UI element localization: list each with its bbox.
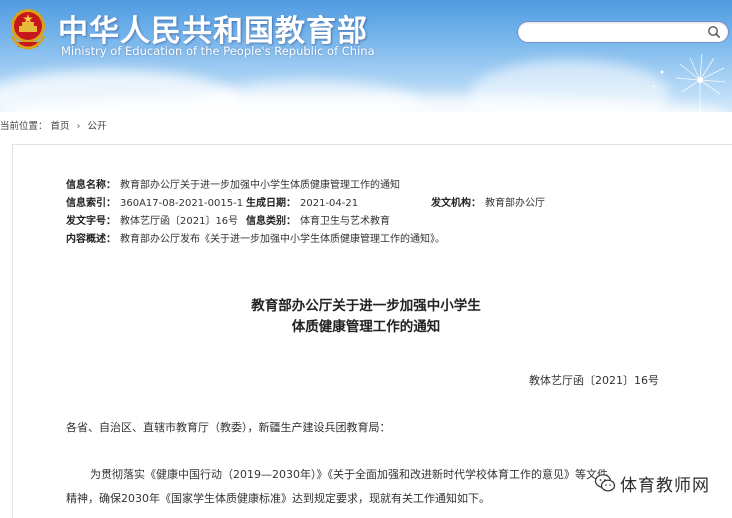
meta-summary-value: 教育部办公厅发布《关于进一步加强中小学生体质健康管理工作的通知》。 (120, 234, 445, 245)
meta-summary-label: 内容概述： (66, 234, 116, 245)
meta-name-value: 教育部办公厅关于进一步加强中小学生体质健康管理工作的通知 (120, 180, 400, 191)
breadcrumb-public-link[interactable]: 公开 (87, 118, 106, 132)
meta-category-label: 信息类别： (246, 216, 296, 227)
meta-summary-row: 内容概述： 教育部办公厅发布《关于进一步加强中小学生体质健康管理工作的通知》。 (66, 233, 445, 247)
meta-docno-row: 发文字号： 教体艺厅函〔2021〕16号 (66, 215, 238, 229)
document-body-line-1: 为贯彻落实《健康中国行动（2019—2030年）》《关于全面加强和改进新时代学校… (90, 468, 608, 481)
meta-index-label: 信息索引： (66, 198, 116, 209)
meta-date-value: 2021-04-21 (300, 198, 359, 209)
search-input[interactable] (517, 21, 729, 43)
document-title-line-2: 体质健康管理工作的通知 (291, 319, 441, 335)
meta-name-row: 信息名称： 教育部办公厅关于进一步加强中小学生体质健康管理工作的通知 (66, 179, 400, 193)
breadcrumb-prefix: 当前位置： (0, 121, 48, 132)
meta-date-row: 生成日期： 2021-04-21 (246, 197, 358, 211)
meta-name-label: 信息名称： (66, 180, 116, 191)
meta-category-value: 体育卫生与艺术教育 (300, 216, 390, 227)
site-header: 中华人民共和国教育部 Ministry of Education of the … (0, 0, 732, 112)
meta-category-row: 信息类别： 体育卫生与艺术教育 (246, 215, 390, 229)
meta-index-row: 信息索引： 360A17-08-2021-0015-1 (66, 197, 243, 211)
watermark: 体育教师网 (594, 470, 710, 496)
meta-org-row: 发文机构： 教育部办公厅 (431, 197, 545, 211)
document-title-line-1: 教育部办公厅关于进一步加强中小学生 (251, 298, 481, 314)
document-number: 教体艺厅函〔2021〕16号 (529, 374, 659, 387)
meta-docno-value: 教体艺厅函〔2021〕16号 (120, 216, 239, 227)
breadcrumb-separator: › (76, 121, 81, 132)
meta-index-value: 360A17-08-2021-0015-1 (120, 198, 244, 209)
document-body-line-2: 精神，确保2030年《国家学生体质健康标准》达到规定要求，现就有关工作通知如下。 (66, 492, 490, 505)
document-salutation: 各省、自治区、直辖市教育厅（教委），新疆生产建设兵团教育局： (66, 421, 391, 434)
dandelion-decoration-icon (653, 53, 727, 112)
breadcrumb-home-link[interactable]: 首页 (51, 118, 70, 132)
site-subtitle: Ministry of Education of the People's Re… (61, 44, 375, 58)
meta-date-label: 生成日期： (246, 198, 296, 209)
meta-docno-label: 发文字号： (66, 216, 116, 227)
breadcrumb: 当前位置： 首页 › 公开 (0, 118, 106, 132)
meta-org-label: 发文机构： (431, 198, 481, 209)
wechat-icon (594, 474, 616, 492)
search-icon[interactable] (707, 25, 721, 39)
meta-org-value: 教育部办公厅 (485, 198, 545, 209)
national-emblem-icon[interactable] (8, 6, 48, 52)
watermark-text: 体育教师网 (620, 475, 710, 496)
